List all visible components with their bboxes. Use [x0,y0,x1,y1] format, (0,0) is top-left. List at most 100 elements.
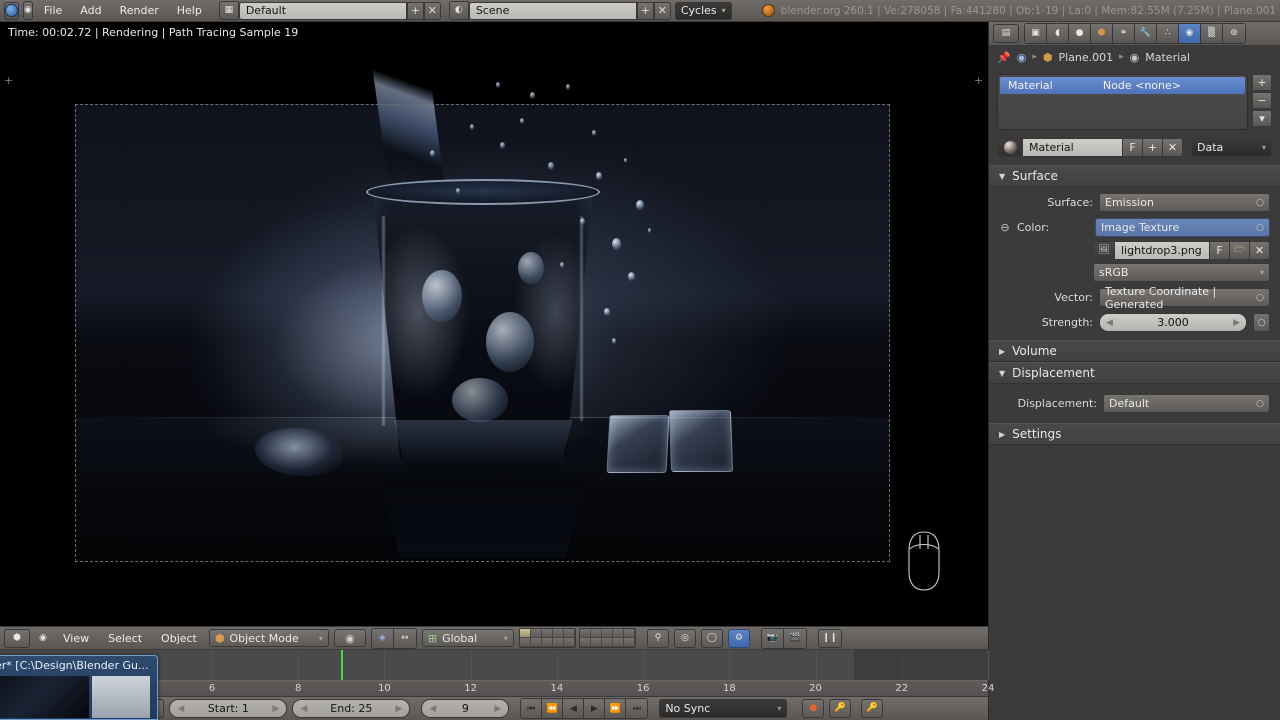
viewport-menu-select[interactable]: Select [101,632,149,645]
viewport-menu-toggle[interactable]: ◉ [35,629,51,648]
layer-cell-4[interactable] [552,629,564,638]
layer-cell-17[interactable] [590,638,602,647]
render-engine-selector[interactable]: Cycles ▾ [674,1,732,20]
vector-input-selector[interactable]: Texture Coordinate | Generated ○ [1099,285,1270,311]
properties-tab-object[interactable]: ⬢ [1091,24,1113,43]
properties-tab-particles[interactable]: ∴ [1157,24,1179,43]
sync-mode-selector[interactable]: No Sync ▾ [659,699,788,718]
breadcrumb-material-name[interactable]: Material [1145,51,1190,64]
panel-header-settings[interactable]: ▶ Settings [989,423,1280,445]
layer-cell-20[interactable] [623,638,635,647]
strength-increase-icon[interactable]: ▶ [1233,318,1240,328]
jump-to-end-button[interactable]: ⏭ [626,699,648,718]
properties-tab-material[interactable]: ◉ [1179,24,1201,43]
scene-name[interactable]: Scene [468,1,637,20]
strength-socket-button[interactable]: ○ [1253,313,1270,332]
layer-cell-2[interactable] [530,629,542,638]
layer-cell-16[interactable] [579,638,591,647]
manipulator-toggle[interactable]: ⚙ [727,628,750,648]
properties-tab-render[interactable]: ▣ [1025,24,1047,43]
properties-tab-modifiers[interactable]: 🔧 [1135,24,1157,43]
unlink-material-button[interactable]: ✕ [1163,138,1183,157]
material-slot-row[interactable]: Material Node <none> [1000,77,1245,94]
occlude-geometry-button[interactable]: ◯ [700,628,723,648]
material-slot-specials-menu[interactable]: ▾ [1252,110,1272,127]
menu-render[interactable]: Render [113,2,166,20]
menu-help[interactable]: Help [170,2,209,20]
remove-material-slot-button[interactable]: − [1252,92,1272,109]
viewport-editor-type-button[interactable]: ⬢ [4,628,30,648]
taskbar-preview-popup[interactable]: er* [C:\Design\Blender Gu... [0,655,158,720]
layer-cell-3[interactable] [541,629,553,638]
current-frame-field[interactable]: ◀ 9 ▶ [421,699,510,718]
delete-scene-button[interactable]: ✕ [653,1,671,20]
taskbar-thumbnail-2[interactable] [92,676,150,718]
layer-cell-6[interactable] [519,638,531,647]
scene-icon[interactable]: ◐ [448,1,469,20]
layer-cell-13[interactable] [601,629,613,638]
layer-cell-10[interactable] [563,638,575,647]
editor-type-selector[interactable]: ◉ [23,1,33,20]
timeline-playhead[interactable] [341,650,344,680]
pause-render-button[interactable]: ❙❙ [817,628,842,648]
previous-keyframe-button[interactable]: ⏪ [542,699,564,718]
end-frame-field[interactable]: ◀ End: 25 ▶ [292,699,411,718]
image-datablock-icon[interactable]: 🖼 [1093,241,1115,260]
play-button[interactable]: ▶ [584,699,606,718]
render-animation-button[interactable]: 🎬 [783,628,806,648]
current-frame-decrease-icon[interactable]: ◀ [429,704,436,714]
blender-logo-icon[interactable] [4,1,19,20]
auto-keyframe-button[interactable]: ● [802,699,825,718]
taskbar-thumbnail-1[interactable] [0,676,89,718]
viewport-shading-selector[interactable]: ◉ [333,629,366,647]
start-frame-decrease-icon[interactable]: ◀ [177,704,184,714]
viewport-menu-object[interactable]: Object [154,632,204,645]
proportional-edit-button[interactable]: ◎ [673,628,696,648]
end-frame-decrease-icon[interactable]: ◀ [300,704,307,714]
properties-tab-scene[interactable]: ◖ [1047,24,1069,43]
properties-editor-type-button[interactable]: ▤ [993,24,1019,43]
screen-layout-selector[interactable]: ▦ Default + ✕ [218,1,441,20]
interaction-mode-selector[interactable]: ⬢ Object Mode ▾ [208,629,329,647]
layer-cell-7[interactable] [530,638,542,647]
add-screen-button[interactable]: + [406,1,424,20]
render-result-viewport[interactable]: Time: 00:02.72 | Rendering | Path Tracin… [0,22,988,626]
start-frame-field[interactable]: ◀ Start: 1 ▶ [169,699,288,718]
jump-to-start-button[interactable]: ⏮ [521,699,543,718]
properties-tab-constraints[interactable]: ⚭ [1113,24,1135,43]
layer-cell-19[interactable] [612,638,624,647]
keying-set-button[interactable]: 🔑 [829,699,852,718]
add-material-slot-button[interactable]: + [1252,74,1272,91]
panel-header-displacement[interactable]: ▼ Displacement [989,362,1280,384]
end-frame-increase-icon[interactable]: ▶ [395,704,402,714]
material-preview-icon[interactable] [997,138,1023,157]
viewport-menu-view[interactable]: View [56,632,96,645]
colorspace-selector[interactable]: sRGB ▾ [1093,263,1270,282]
insert-keyframe-button[interactable]: 🔑 [861,699,884,718]
menu-add[interactable]: Add [73,2,108,20]
layer-cell-15[interactable] [623,629,635,638]
layer-cell-1[interactable] [519,629,531,638]
unlink-image-button[interactable]: ✕ [1250,241,1270,260]
screen-layout-name[interactable]: Default [238,1,407,20]
layer-cell-14[interactable] [612,629,624,638]
panel-header-volume[interactable]: ▶ Volume [989,340,1280,362]
play-reverse-button[interactable]: ◀ [563,699,585,718]
scene-selector[interactable]: ◐ Scene + ✕ [448,1,671,20]
start-frame-increase-icon[interactable]: ▶ [272,704,279,714]
strength-slider[interactable]: ◀ 3.000 ▶ [1099,313,1247,332]
color-socket-collapse-icon[interactable]: ⊖ [999,221,1011,234]
panel-header-surface[interactable]: ▼ Surface [989,165,1280,187]
render-image-button[interactable]: 📷 [761,628,784,648]
transform-orientation-selector[interactable]: ⊞ Global ▾ [421,629,514,647]
material-slot-list[interactable]: Material Node <none> [997,74,1248,130]
data-button[interactable]: Data ▾ [1191,138,1272,157]
properties-tab-physics[interactable]: ⊛ [1223,24,1245,43]
new-material-button[interactable]: + [1143,138,1163,157]
next-keyframe-button[interactable]: ⏩ [605,699,627,718]
layer-cell-18[interactable] [601,638,613,647]
lock-camera-button[interactable]: ⚲ [646,628,669,648]
current-frame-increase-icon[interactable]: ▶ [494,704,501,714]
open-image-button[interactable]: 🗁 [1230,241,1250,260]
layer-cell-9[interactable] [552,638,564,647]
